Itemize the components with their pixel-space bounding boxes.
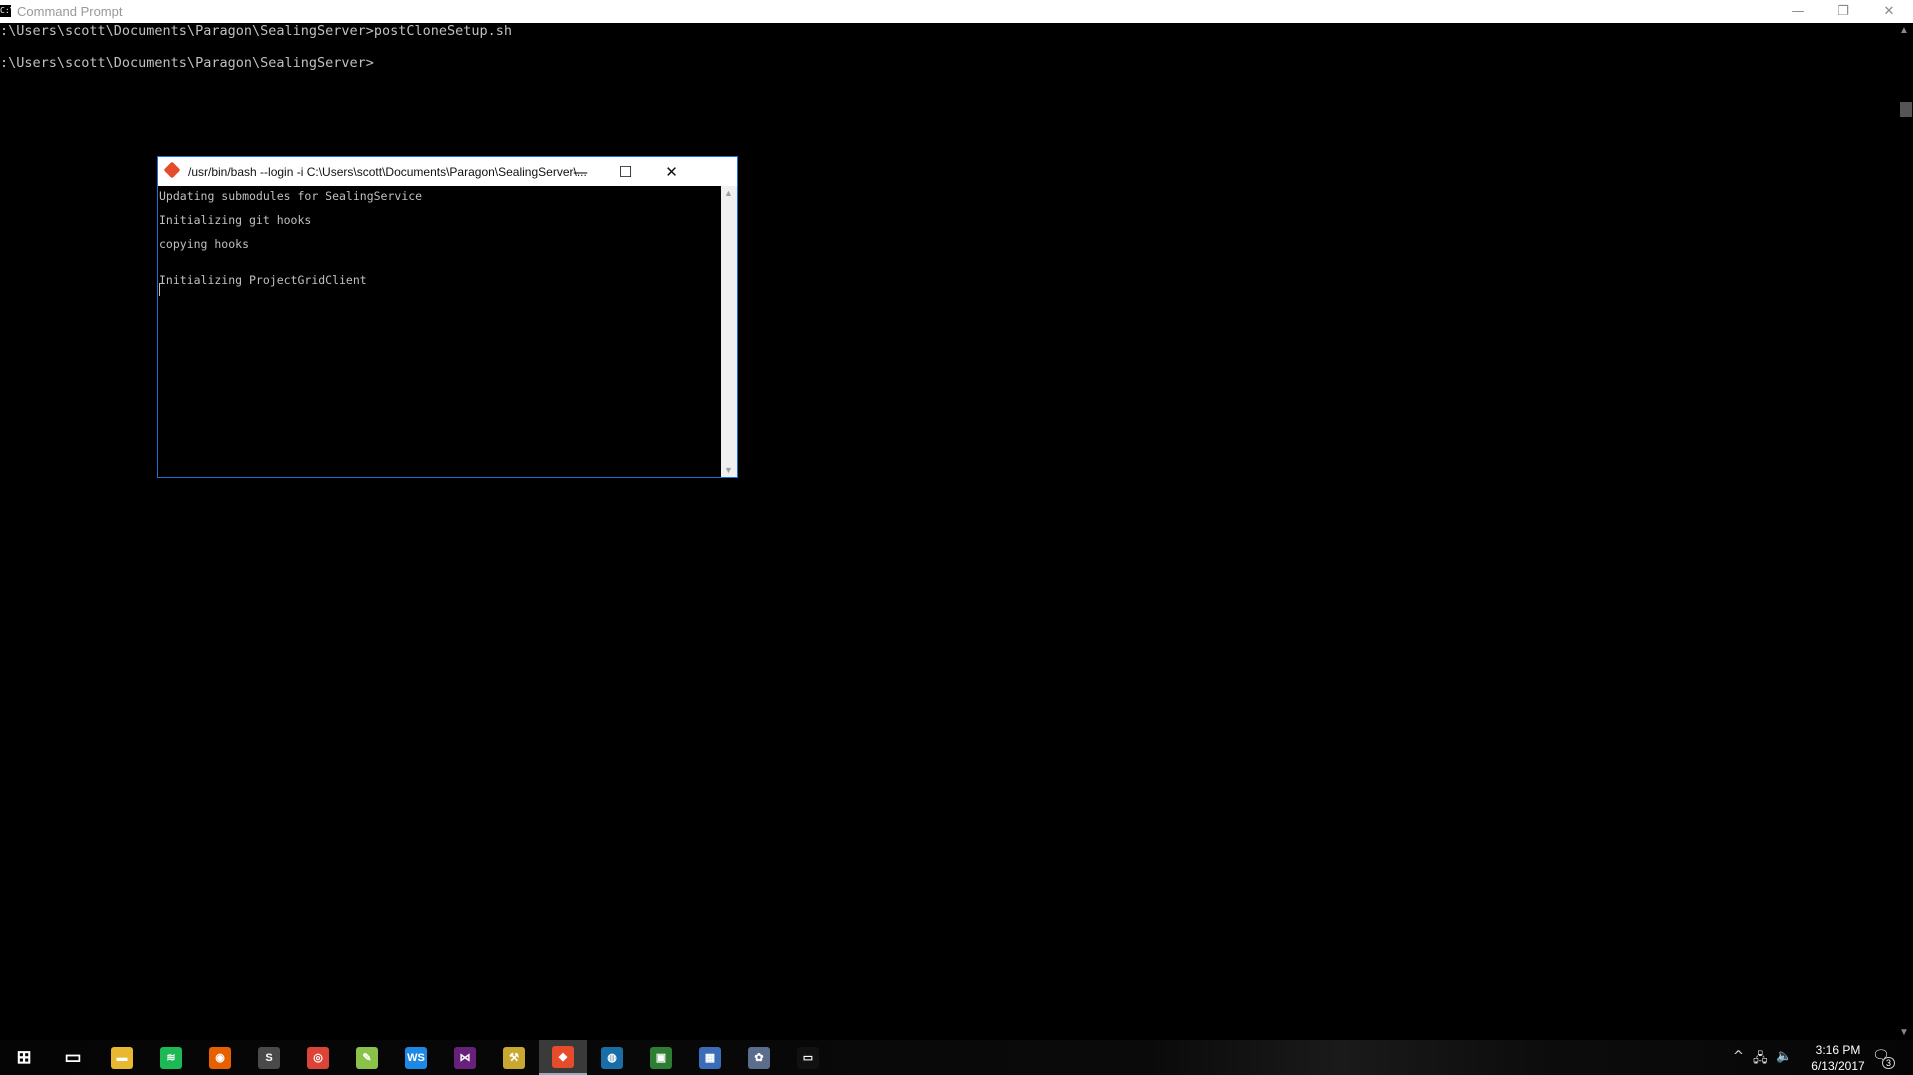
taskbar-button[interactable]: ▦ — [686, 1040, 734, 1075]
taskbar-button[interactable]: ◉ — [196, 1040, 244, 1075]
cmd-titlebar[interactable]: C:\ Command Prompt — ❐ ✕ — [0, 0, 1913, 23]
bash-close-button[interactable]: ✕ — [649, 157, 694, 186]
taskbar-button[interactable]: ⊞ — [0, 1040, 48, 1075]
network-tool-icon: ▣ — [650, 1046, 672, 1069]
clock-time[interactable]: 3:16 PM — [1806, 1043, 1870, 1057]
taskbar-button[interactable]: ◆ — [539, 1040, 587, 1075]
webstorm-icon: WS — [405, 1046, 427, 1069]
taskbar-button[interactable]: ✎ — [343, 1040, 391, 1075]
windows-start-icon: ⊞ — [16, 1047, 32, 1067]
globe-app-icon: ◍ — [601, 1046, 623, 1069]
bash-minimize-button[interactable]: — — [558, 157, 603, 186]
taskbar-button[interactable]: S — [245, 1040, 293, 1075]
notepad-plus-plus-icon: ✎ — [356, 1046, 378, 1069]
bash-output-line: Updating submodules for SealingService — [159, 189, 423, 203]
scroll-up-arrow-icon[interactable]: ▲ — [1899, 25, 1909, 36]
tools-icon: ⚒ — [503, 1046, 525, 1069]
taskbar-button[interactable]: ▬ — [98, 1040, 146, 1075]
taskbar-button[interactable]: WS — [392, 1040, 440, 1075]
cmd-scrollbar[interactable]: ▲ ▼ — [1897, 23, 1913, 1040]
taskbar-button[interactable]: ▭ — [784, 1040, 832, 1075]
scrollbar-thumb[interactable] — [1900, 102, 1912, 117]
paint-icon: ✿ — [748, 1046, 770, 1069]
network-icon[interactable]: 🖧 — [1753, 1049, 1768, 1071]
scroll-down-arrow-icon[interactable]: ▼ — [724, 465, 733, 475]
close-button[interactable]: ✕ — [1866, 0, 1912, 23]
bash-output-line: copying hooks — [159, 237, 250, 251]
command-prompt-taskbar-icon: ▭ — [797, 1046, 819, 1069]
spotify-icon: ≋ — [160, 1046, 182, 1069]
bash-output-line: Initializing git hooks — [159, 213, 312, 227]
scroll-down-arrow-icon[interactable]: ▼ — [1899, 1027, 1909, 1038]
taskbar-button[interactable]: ◍ — [588, 1040, 636, 1075]
scroll-up-arrow-icon[interactable]: ▲ — [724, 188, 733, 198]
bash-window[interactable]: /usr/bin/bash --login -i C:\Users\scott\… — [157, 156, 738, 478]
text-cursor — [159, 283, 160, 296]
git-bash-icon: ◆ — [552, 1045, 574, 1068]
bash-console[interactable]: Updating submodules for SealingService I… — [158, 186, 721, 477]
system-tray: ^ 🖧 🔈 3:16 PM 6/13/2017 🗨 3 — [1720, 1040, 1913, 1075]
command-prompt-icon: C:\ — [0, 5, 11, 17]
bash-titlebar[interactable]: /usr/bin/bash --login -i C:\Users\scott\… — [158, 157, 737, 186]
task-view-icon: ▭ — [64, 1047, 82, 1067]
database-manager-icon: ▦ — [699, 1046, 721, 1069]
taskbar-button[interactable]: ▭ — [49, 1040, 97, 1075]
firefox-icon: ◉ — [209, 1046, 231, 1069]
window-title: Command Prompt — [17, 4, 123, 19]
visual-studio-icon: ⋈ — [454, 1046, 476, 1069]
git-icon — [163, 161, 181, 179]
volume-icon[interactable]: 🔈 — [1776, 1049, 1792, 1064]
bash-maximize-button[interactable]: ☐ — [603, 157, 648, 186]
restore-button[interactable]: ❐ — [1820, 0, 1866, 23]
taskbar-button[interactable]: ✿ — [735, 1040, 783, 1075]
sublime-text-icon: S — [258, 1046, 280, 1069]
file-explorer-icon: ▬ — [111, 1046, 133, 1069]
show-hidden-icons-chevron-icon[interactable]: ^ — [1733, 1049, 1744, 1064]
bash-scrollbar[interactable]: ▲ ▼ — [721, 186, 737, 477]
notification-count-badge: 3 — [1882, 1057, 1896, 1069]
taskbar-button[interactable]: ▣ — [637, 1040, 685, 1075]
chrome-icon: ◎ — [307, 1046, 329, 1069]
taskbar-button[interactable]: ◎ — [294, 1040, 342, 1075]
bash-window-title: /usr/bin/bash --login -i C:\Users\scott\… — [188, 165, 587, 179]
console-line: :\Users\scott\Documents\Paragon\SealingS… — [0, 23, 513, 39]
taskbar: ⊞ ▭ ▬ ≋ ◉ S ◎ ✎ WS ⋈ ⚒ ◆ ◍ ▣ ▦ ✿ ▭ — [0, 1040, 1913, 1075]
taskbar-button[interactable]: ≋ — [147, 1040, 195, 1075]
taskbar-button[interactable]: ⚒ — [490, 1040, 538, 1075]
console-prompt-line: :\Users\scott\Documents\Paragon\SealingS… — [0, 55, 374, 71]
clock-date[interactable]: 6/13/2017 — [1802, 1059, 1874, 1073]
taskbar-button[interactable]: ⋈ — [441, 1040, 489, 1075]
bash-output-line: Initializing ProjectGridClient — [159, 273, 367, 287]
minimize-button[interactable]: — — [1775, 0, 1821, 23]
